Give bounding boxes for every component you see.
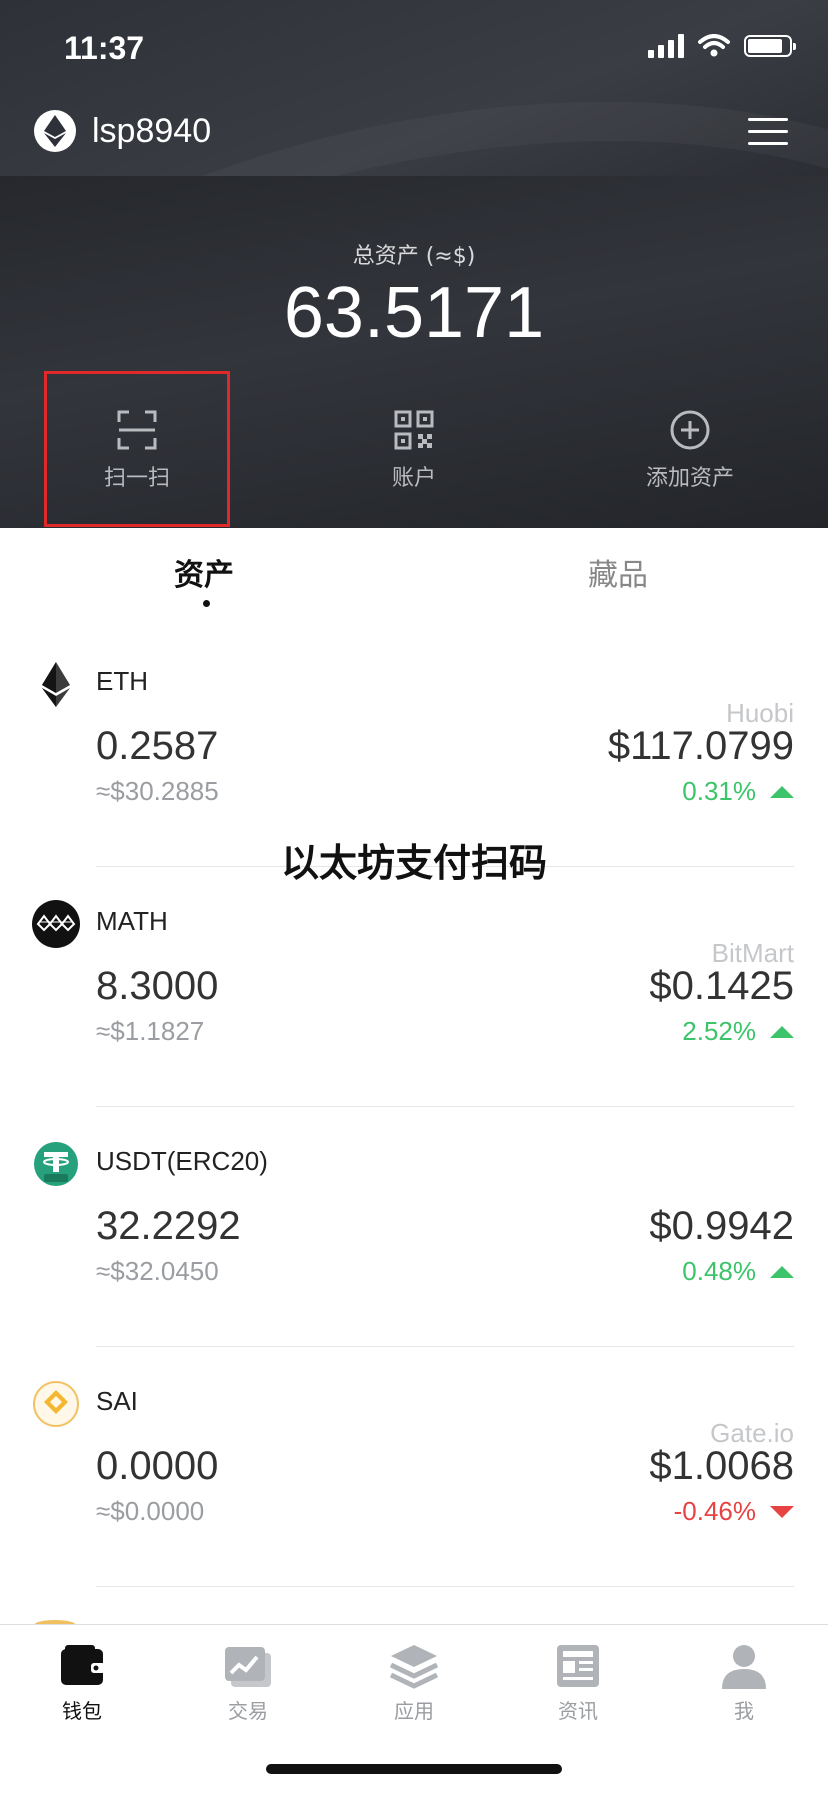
- asset-fiat-value: ≈$1.1827: [96, 1016, 205, 1046]
- arrow-up-icon: [770, 785, 794, 798]
- asset-price: $0.9942: [649, 1204, 794, 1248]
- asset-row-sai[interactable]: SAI Gate.io 0.0000 ≈$0.0000 $1.0068 -0.4…: [0, 1360, 828, 1600]
- asset-amount: 0.0000: [96, 1444, 219, 1488]
- asset-change-value: 2.52%: [682, 1016, 756, 1046]
- nav-apps[interactable]: 应用: [354, 1643, 474, 1724]
- asset-symbol: ETH: [96, 666, 148, 696]
- asset-change-value: 0.48%: [682, 1256, 756, 1286]
- account-button[interactable]: 账户: [324, 408, 504, 518]
- user-icon: [719, 1643, 769, 1689]
- asset-change: 0.31%: [682, 776, 794, 807]
- asset-price: $1.0068: [649, 1444, 794, 1488]
- asset-tabs: 资产 藏品: [0, 528, 828, 618]
- total-assets-value: 63.5171: [283, 273, 545, 353]
- asset-fiat-value: ≈$30.2885: [96, 776, 219, 806]
- eth-icon: [42, 662, 70, 707]
- asset-row-math[interactable]: MATH BitMart 8.3000 ≈$1.1827 $0.1425 2.5…: [0, 880, 828, 1120]
- wallet-name[interactable]: lsp8940: [92, 110, 211, 152]
- wallet-nav-row: lsp8940: [0, 100, 828, 176]
- asset-price: $0.1425: [649, 964, 794, 1008]
- asset-amount: 8.3000: [96, 964, 219, 1008]
- layers-icon: [389, 1643, 439, 1689]
- tab-collectibles[interactable]: 藏品: [588, 550, 648, 594]
- eth-logo-icon: [44, 115, 66, 147]
- arrow-up-icon: [770, 1025, 794, 1038]
- add-asset-label: 添加资产: [645, 466, 734, 491]
- wifi-icon: [698, 34, 730, 57]
- nav-news[interactable]: 资讯: [518, 1643, 638, 1724]
- status-bar: 11:37: [0, 0, 828, 100]
- account-label: 账户: [391, 466, 436, 491]
- row-divider: [96, 1106, 794, 1107]
- nav-wallet-label: 钱包: [62, 1699, 102, 1723]
- status-icons: [648, 34, 796, 58]
- nav-me[interactable]: 我: [684, 1643, 804, 1724]
- math-icon: [32, 900, 80, 948]
- signal-icon: [648, 34, 684, 58]
- wallet-header: 11:37 lsp8940 总资产 (≈$) 63.5171 扫一扫 账户 添加…: [0, 0, 828, 528]
- total-assets-label: 总资产 (≈$): [352, 244, 476, 269]
- active-tab-indicator: [203, 600, 210, 607]
- balance-panel: 总资产 (≈$) 63.5171 扫一扫 账户 添加资产: [0, 176, 828, 528]
- wallet-icon: [57, 1643, 107, 1689]
- nav-trade[interactable]: 交易: [188, 1643, 308, 1724]
- add-circle-icon: [668, 408, 712, 452]
- chart-icon: [223, 1643, 273, 1689]
- add-asset-button[interactable]: 添加资产: [600, 408, 780, 518]
- overlay-caption: 以太坊支付扫码: [280, 841, 547, 885]
- asset-symbol: SAI: [96, 1386, 138, 1416]
- asset-change-value: -0.46%: [673, 1496, 756, 1526]
- scan-highlight-box: [44, 371, 230, 527]
- battery-icon: [744, 35, 796, 57]
- nav-news-label: 资讯: [558, 1699, 598, 1723]
- status-time: 11:37: [64, 30, 145, 66]
- news-icon: [553, 1643, 603, 1689]
- usdt-icon: [34, 1142, 78, 1186]
- row-divider: [96, 1586, 794, 1587]
- asset-fiat-value: ≈$0.0000: [96, 1496, 205, 1526]
- asset-amount: 32.2292: [96, 1204, 241, 1248]
- row-divider: [96, 1346, 794, 1347]
- nav-wallet[interactable]: 钱包: [22, 1643, 142, 1724]
- tab-assets[interactable]: 资产: [174, 550, 234, 594]
- asset-amount: 0.2587: [96, 724, 219, 768]
- asset-fiat-value: ≈$32.0450: [96, 1256, 219, 1286]
- asset-row-usdt[interactable]: USDT(ERC20) 32.2292 ≈$32.0450 $0.9942 0.…: [0, 1120, 828, 1360]
- asset-symbol: MATH: [96, 906, 168, 936]
- qr-code-icon: [392, 408, 436, 452]
- sai-icon: [33, 1381, 79, 1427]
- nav-trade-label: 交易: [228, 1699, 268, 1723]
- home-indicator[interactable]: [266, 1764, 562, 1774]
- asset-change: 2.52%: [682, 1016, 794, 1047]
- nav-apps-label: 应用: [394, 1699, 434, 1723]
- nav-me-label: 我: [734, 1699, 754, 1723]
- asset-change: -0.46%: [674, 1496, 794, 1527]
- asset-symbol: USDT(ERC20): [96, 1146, 268, 1176]
- asset-change: 0.48%: [682, 1256, 794, 1287]
- arrow-up-icon: [770, 1265, 794, 1278]
- wallet-avatar[interactable]: [34, 110, 76, 152]
- menu-icon[interactable]: [748, 118, 788, 146]
- asset-change-value: 0.31%: [682, 776, 756, 806]
- arrow-down-icon: [770, 1505, 794, 1518]
- asset-price: $117.0799: [607, 724, 794, 768]
